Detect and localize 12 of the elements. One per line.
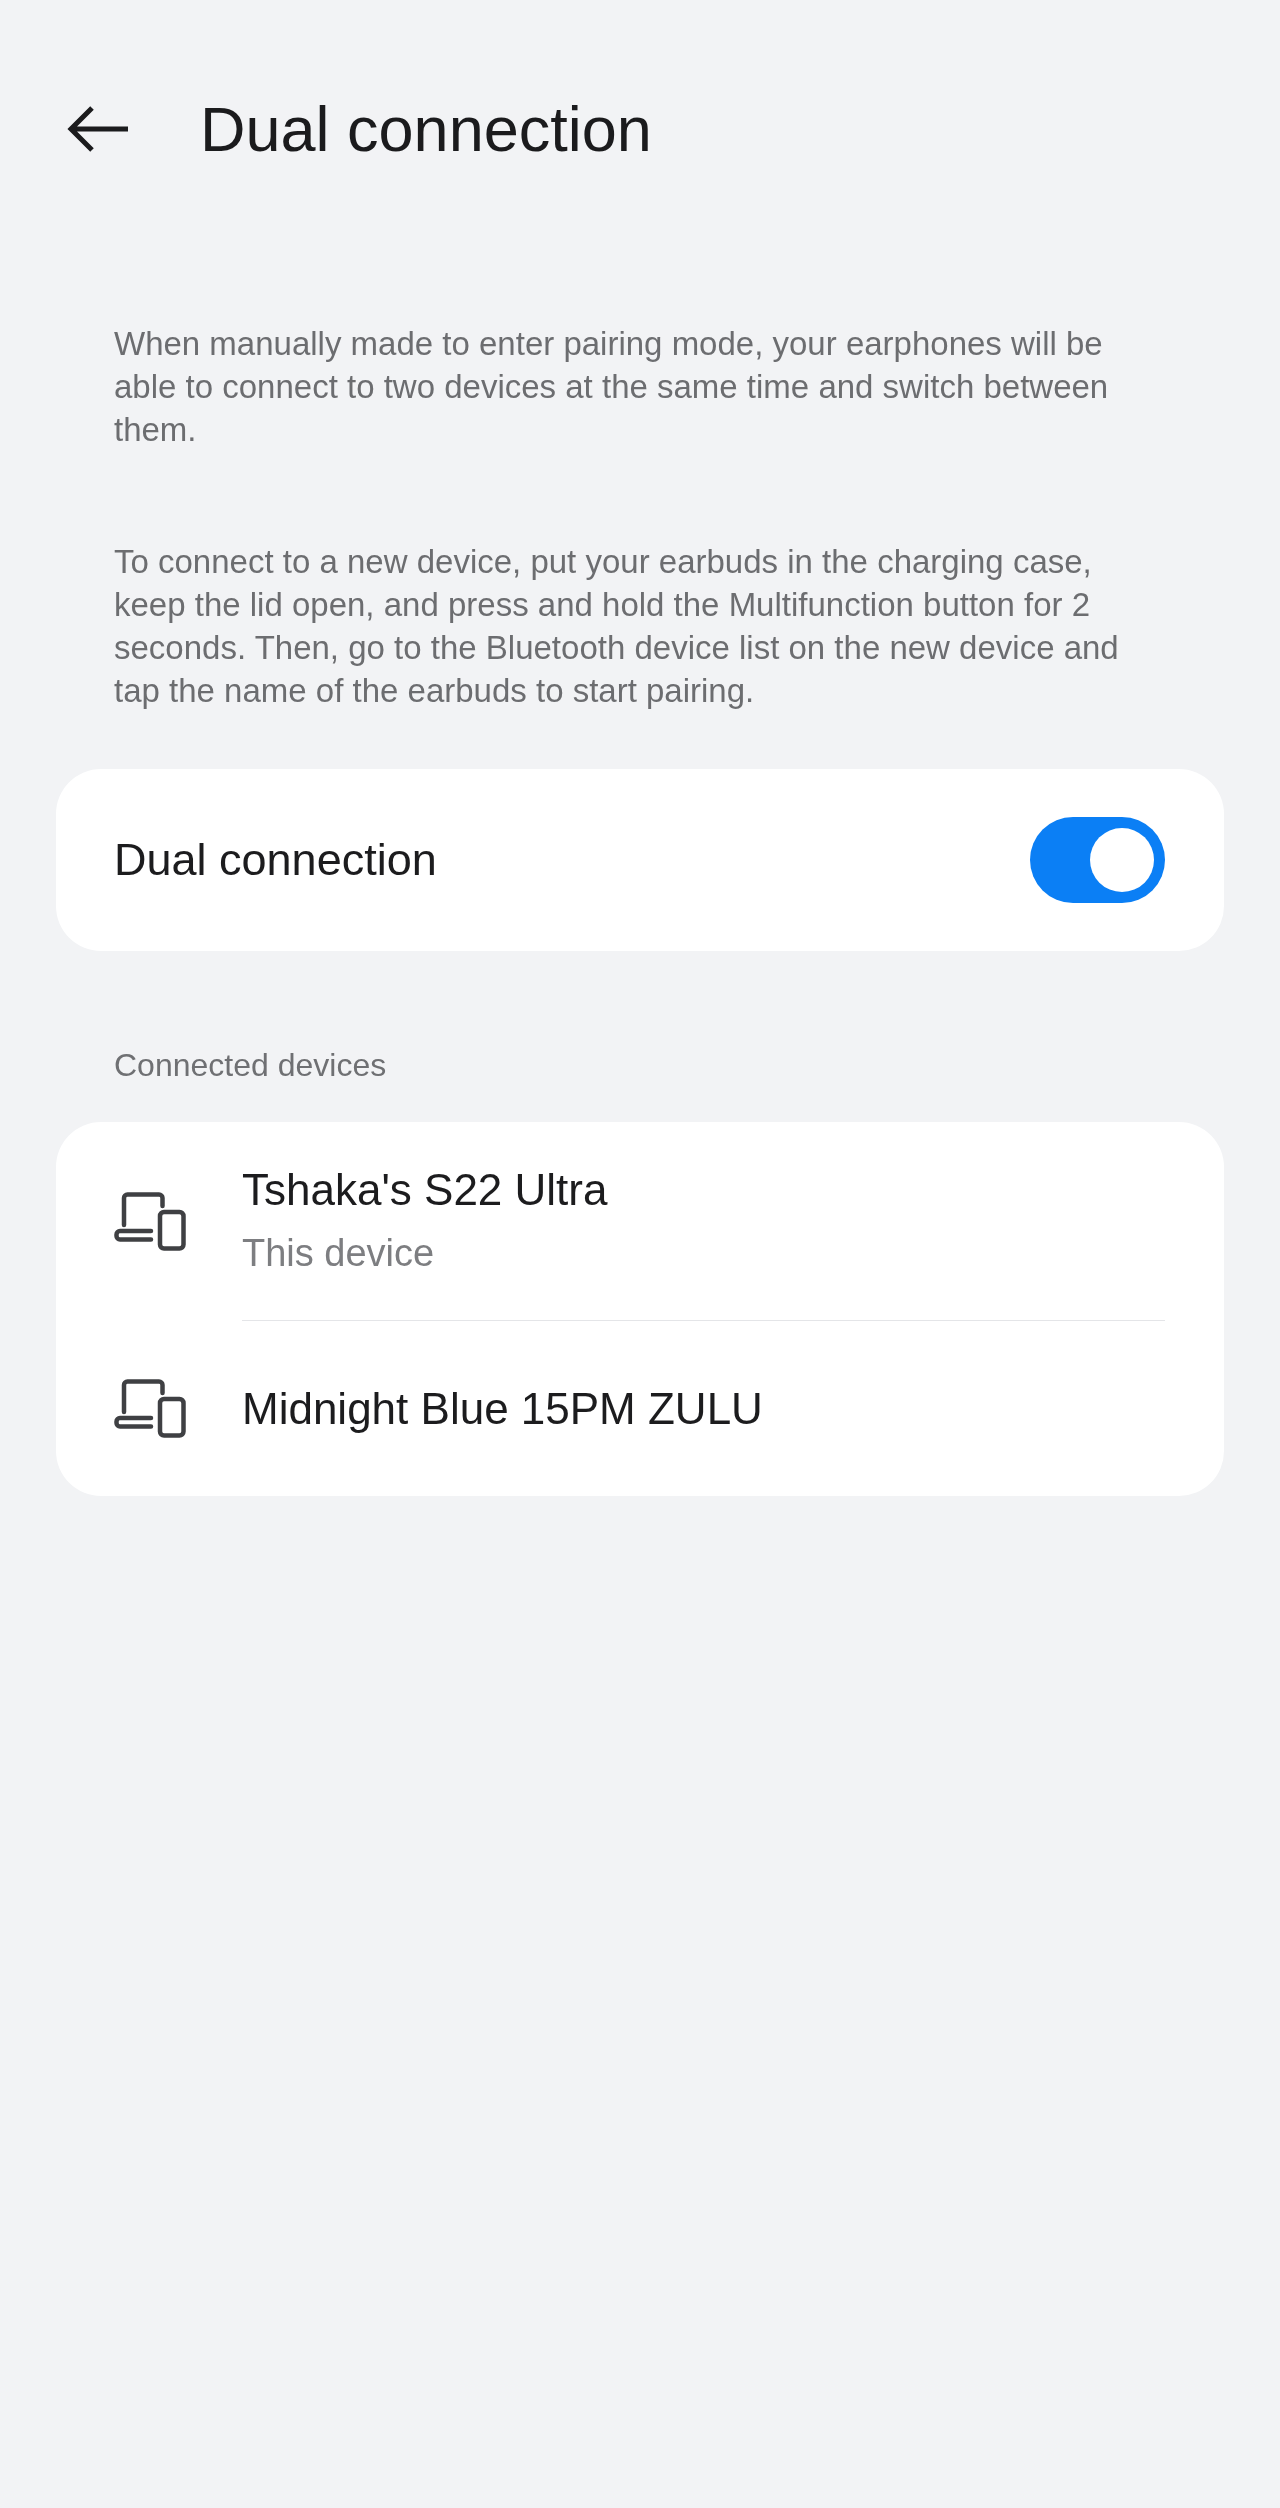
device-name: Midnight Blue 15PM ZULU bbox=[242, 1382, 763, 1435]
device-name: Tshaka's S22 Ultra bbox=[242, 1164, 608, 1216]
toggle-label: Dual connection bbox=[114, 833, 437, 887]
description-text: When manually made to enter pairing mode, your earphones will be able to connect to two devices at the same time and switch between them. bbox=[114, 324, 1110, 450]
section-heading: Connected devices bbox=[114, 1046, 387, 1085]
laptop-phone-icon bbox=[114, 1379, 186, 1438]
back-button[interactable] bbox=[66, 105, 130, 153]
laptop-phone-icon bbox=[114, 1192, 186, 1251]
page-title: Dual connection bbox=[200, 93, 652, 166]
device-subtitle: This device bbox=[242, 1231, 435, 1276]
back-arrow-icon bbox=[66, 105, 130, 153]
description-text: To connect to a new device, put your earbuds in the charging case, keep the lid open, and press and hold the Multifunction button for 2 seconds. Then, go to the Bluetooth device list on the new device and tap the name of the earbuds to start pairing. bbox=[114, 542, 1120, 711]
